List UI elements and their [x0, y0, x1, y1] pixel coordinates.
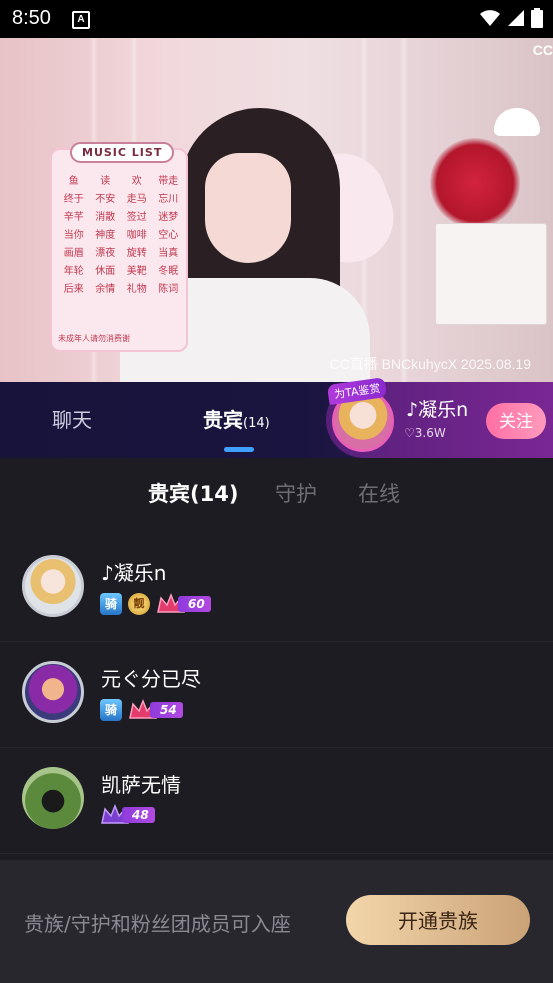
music-item: 读: [100, 176, 111, 187]
seat-hint: 贵族/守护和粉丝团成员可入座: [24, 912, 291, 936]
cc-logo: CC: [532, 42, 553, 58]
avatar[interactable]: [22, 555, 84, 617]
guest-row[interactable]: 元ぐ分已尽 骑 54: [0, 641, 553, 748]
music-item: 年轮: [63, 266, 84, 277]
music-item: 忘川: [158, 194, 179, 205]
music-item: 神度: [95, 230, 116, 241]
guest-badges: 骑 54: [100, 698, 183, 721]
music-item: 陈词: [158, 284, 179, 295]
music-item: 漂夜: [95, 248, 116, 259]
subtab-guard[interactable]: 守护: [275, 478, 317, 508]
music-item: 消散: [95, 212, 116, 223]
subtab-online[interactable]: 在线: [358, 478, 400, 508]
music-item: 辛芊: [63, 212, 84, 223]
status-time: 8:50: [12, 7, 51, 29]
recommended-name: ♪凝乐n: [406, 399, 469, 421]
music-list-items: 鱼 读 欢 带走终于 不安 走马 忘川辛芊 消散 签过 迷梦当你 神度 咖啡 空心画眉 漂夜 旋转 当真年轮休…: [58, 172, 184, 295]
music-item: 礼物: [126, 284, 147, 295]
guest-name: ♪凝乐n: [101, 561, 167, 585]
level-badge: 60: [156, 592, 211, 614]
lamp: [494, 108, 540, 136]
music-item: 不安: [95, 194, 116, 205]
tab-chat[interactable]: 聊天: [52, 404, 92, 433]
music-item: 旋转: [126, 248, 147, 259]
level-number: 60: [178, 596, 211, 612]
music-item: 迷梦: [158, 212, 179, 223]
status-bar: 8:50 A: [0, 0, 553, 38]
curtain-fold: [400, 38, 408, 382]
tab-guests-count: (14): [243, 416, 270, 431]
tab-indicator: [224, 447, 254, 452]
avatar[interactable]: [22, 767, 84, 829]
guest-name: 凯萨无情: [101, 773, 181, 797]
music-item: 咖啡: [126, 230, 147, 241]
music-item: 后来: [63, 284, 84, 295]
level-number: 48: [122, 807, 155, 823]
notification-icon: A: [72, 11, 90, 29]
open-nobility-button[interactable]: 开通贵族: [346, 895, 530, 945]
music-item: 签过: [126, 212, 147, 223]
music-list-board: MUSIC LIST 鱼 读 欢 带走终于 不安 走马 忘川辛芊 消散 签过 迷梦当你 神度 咖啡 空心…: [50, 142, 188, 352]
streamer-face: [205, 153, 291, 263]
tab-guests[interactable]: 贵宾(14): [203, 404, 270, 433]
wifi-icon: [480, 10, 500, 26]
guest-subtabs: 贵宾(14) 守护 在线: [0, 458, 553, 528]
music-item: 冬眠: [158, 266, 179, 277]
knight-badge: 骑: [100, 699, 122, 721]
fans-count-value: 3.6W: [414, 426, 446, 440]
battery-icon: [531, 8, 543, 28]
guest-name: 元ぐ分已尽: [101, 667, 201, 691]
flower-decoration: [430, 138, 520, 228]
tab-guests-label: 贵宾: [203, 408, 243, 432]
guest-row[interactable]: ♪凝乐n 骑 靓 60: [0, 535, 553, 642]
level-badge: 48: [100, 803, 155, 825]
recommended-anchor-card[interactable]: 为TA鉴赏 ♪凝乐n ♡3.6W 关注: [326, 377, 553, 458]
music-item: 余情: [95, 284, 116, 295]
music-item: 欢: [131, 176, 142, 187]
live-video[interactable]: MUSIC LIST 鱼 读 欢 带走终于 不安 走马 忘川辛芊 消散 签过 迷梦当你 神度 咖啡 空心…: [0, 38, 553, 382]
guest-row[interactable]: 凯萨无情 48: [0, 747, 553, 854]
cabinet: [435, 223, 547, 325]
guest-badges: 48: [100, 803, 155, 825]
music-item: 画眉: [63, 248, 84, 259]
music-item: 走马: [126, 194, 147, 205]
music-item: 空心: [158, 230, 179, 241]
fans-count: ♡3.6W: [404, 426, 446, 440]
video-watermark: CC直播 BNCkuhycX 2025.08.19: [329, 356, 531, 372]
music-item: 当你: [63, 230, 84, 241]
music-list-footer: 未成年人请勿消费谢: [58, 334, 130, 343]
music-list-title: MUSIC LIST: [70, 142, 175, 163]
avatar[interactable]: [22, 661, 84, 723]
subtab-guests[interactable]: 贵宾(14): [148, 478, 238, 508]
footer-bar: 贵族/守护和粉丝团成员可入座 开通贵族: [0, 860, 553, 983]
music-item: 终于: [63, 194, 84, 205]
level-number: 54: [150, 702, 183, 718]
guest-badges: 骑 靓 60: [100, 592, 211, 615]
music-item: 鱼: [68, 176, 79, 187]
heart-icon: ♡: [404, 426, 415, 440]
knight-badge: 骑: [100, 593, 122, 615]
music-item: 带走: [158, 176, 179, 187]
music-item: 美靶: [126, 266, 147, 277]
music-item: 当真: [158, 248, 179, 259]
handsome-badge: 靓: [128, 593, 150, 615]
follow-button[interactable]: 关注: [486, 403, 546, 439]
level-badge: 54: [128, 698, 183, 720]
signal-icon: [508, 10, 524, 26]
music-item: 休面: [95, 266, 116, 277]
status-icons: [479, 8, 543, 28]
